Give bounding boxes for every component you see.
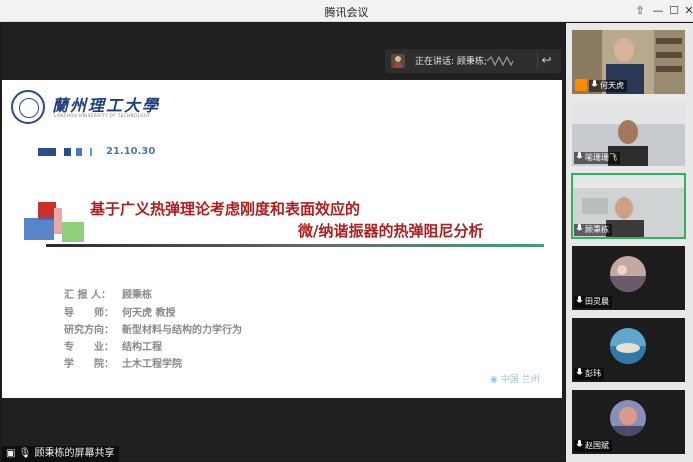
info-row-major: 专 业： 结构工程 — [64, 338, 162, 353]
participant-tile[interactable]: 喻珊珊飞 — [572, 102, 685, 166]
mic-icon — [576, 224, 583, 231]
avatar — [610, 256, 646, 292]
avatar — [610, 400, 646, 436]
window-title: 腾讯会议 — [324, 6, 369, 19]
slide-title-line1: 基于广义热弹理论考虑刚度和表面效应的 — [90, 200, 361, 218]
maximize-button[interactable]: ☐ — [666, 3, 682, 19]
location-pin-icon: ◉ — [490, 375, 498, 385]
exit-fullscreen-icon[interactable]: ↩ — [537, 53, 555, 69]
info-value: 结构工程 — [122, 342, 162, 353]
info-label: 学 院： — [64, 359, 114, 370]
participant-name: 彭玮 — [585, 369, 601, 378]
info-value: 顾秉栋 — [122, 290, 152, 301]
participant-tile[interactable]: 何天虎 — [572, 30, 685, 94]
presentation-date: 21.10.30 — [106, 146, 156, 157]
blue-square-decoration — [24, 218, 54, 240]
pin-button[interactable]: ⇧ — [632, 3, 648, 19]
minimize-button[interactable]: — — [650, 3, 666, 19]
participant-tile[interactable]: 田灵晨 — [572, 246, 685, 310]
participant-name: 田灵晨 — [585, 297, 609, 306]
info-label: 专 业： — [64, 342, 114, 353]
host-badge-icon — [575, 79, 587, 91]
participant-name-tag: 何天虎 — [589, 80, 627, 92]
mic-icon — [576, 152, 583, 159]
speaking-text: 正在讲话: 顾秉栋; — [415, 57, 487, 67]
info-row-college: 学 院： 土木工程学院 — [64, 355, 182, 370]
screen-share-text: 顾秉栋的屏幕共享 — [34, 448, 115, 459]
mic-icon: 🎙 — [18, 448, 32, 459]
info-row-research: 研究方向： 新型材料与结构的力学行为 — [64, 321, 242, 336]
info-label: 汇 报 人： — [64, 290, 111, 301]
participants-sidebar: 何天虎 喻珊珊飞 顾秉栋 田灵晨 彭玮 赵国斌 — [566, 23, 693, 462]
info-value: 何天虎 教授 — [122, 308, 176, 319]
audio-wave-icon — [486, 55, 514, 67]
participant-name-tag: 田灵晨 — [574, 296, 612, 308]
participant-name-tag: 彭玮 — [574, 368, 604, 380]
participant-name: 喻珊珊飞 — [585, 153, 617, 162]
mic-icon — [591, 80, 598, 87]
screen-share-label: ▣ 🎙 顾秉栋的屏幕共享 — [2, 446, 119, 462]
pink-bar-decoration — [54, 208, 62, 234]
participant-name: 顾秉栋 — [585, 225, 609, 234]
info-value: 新型材料与结构的力学行为 — [122, 325, 242, 336]
info-value: 土木工程学院 — [122, 359, 182, 370]
info-row-reporter: 汇 报 人： 顾秉栋 — [64, 286, 152, 301]
mic-icon — [576, 296, 583, 303]
speaking-indicator: 正在讲话: 顾秉栋; ↩ — [385, 49, 561, 73]
info-label: 研究方向： — [64, 325, 114, 336]
participant-tile-active[interactable]: 顾秉栋 — [571, 173, 686, 239]
screen-share-icon: ▣ — [6, 448, 16, 459]
presentation-slide: 蘭州理工大學 LANZHOU UNIVERSITY OF TECHNOLOGY … — [2, 80, 562, 398]
green-square-decoration — [62, 222, 84, 242]
avatar — [610, 328, 646, 364]
participant-tile[interactable]: 赵国斌 — [572, 390, 685, 454]
info-row-advisor: 导 师： 何天虎 教授 — [64, 304, 175, 319]
date-decoration-icon — [38, 148, 92, 156]
participant-name-tag: 喻珊珊飞 — [574, 152, 620, 164]
info-label: 导 师： — [64, 308, 114, 319]
avatar-icon — [391, 54, 405, 68]
university-name-en: LANZHOU UNIVERSITY OF TECHNOLOGY — [54, 113, 151, 118]
slide-title-line2: 微/纳谐振器的热弹阻尼分析 — [298, 222, 484, 240]
mic-icon — [576, 368, 583, 375]
location-text: 中国·兰州 — [500, 375, 540, 385]
mic-icon — [576, 440, 583, 447]
title-bar: 腾讯会议 ⇧ — ☐ ✕ — [0, 0, 693, 22]
location-label: ◉ 中国·兰州 — [490, 372, 540, 385]
participant-name: 何天虎 — [600, 81, 624, 90]
title-divider — [46, 244, 544, 247]
participant-name-tag: 赵国斌 — [574, 440, 612, 452]
participant-tile[interactable]: 彭玮 — [572, 318, 685, 382]
university-seal-icon — [11, 90, 45, 124]
participant-name: 赵国斌 — [585, 441, 609, 450]
participant-name-tag: 顾秉栋 — [574, 224, 612, 236]
close-button[interactable]: ✕ — [681, 3, 693, 19]
